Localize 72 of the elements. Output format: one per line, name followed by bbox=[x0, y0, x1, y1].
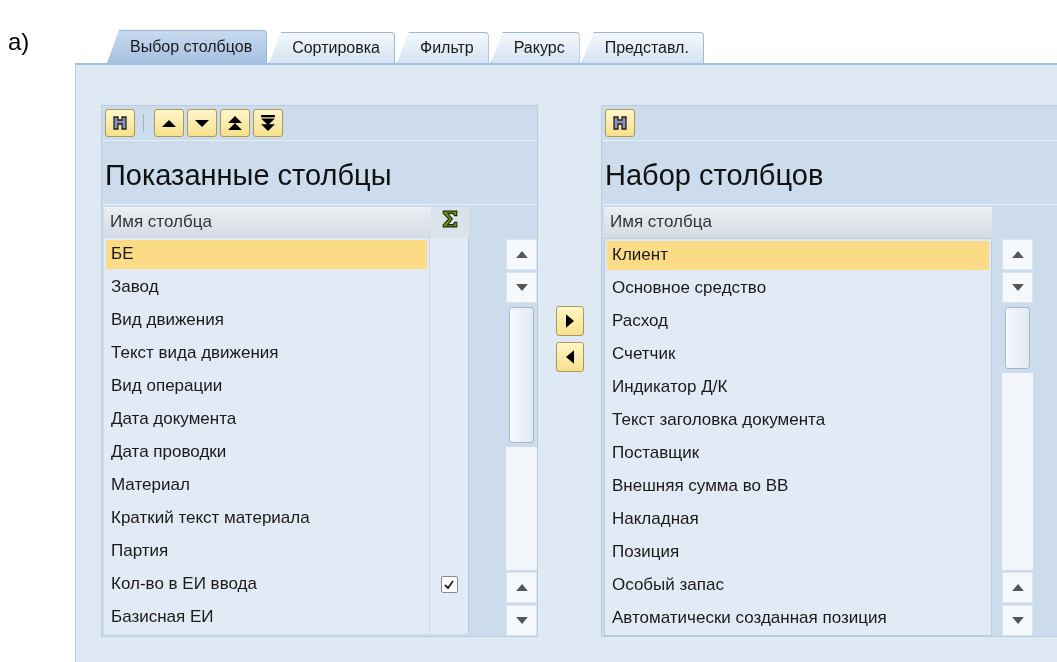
up-arrow-icon bbox=[1011, 584, 1024, 591]
figure-label: а) bbox=[7, 27, 31, 57]
list-item[interactable]: Основное средство bbox=[605, 272, 991, 305]
list-item[interactable]: Клиент bbox=[605, 239, 991, 272]
tab[interactable]: Фильтр bbox=[396, 32, 489, 63]
list-item[interactable]: Вид движения bbox=[104, 304, 430, 337]
list-item[interactable]: Текст вида движения bbox=[104, 337, 430, 370]
remove-column-button[interactable] bbox=[555, 341, 584, 372]
list-item[interactable]: Особый запас bbox=[605, 569, 991, 602]
binoculars-icon bbox=[612, 115, 628, 131]
double-up-arrow-icon bbox=[228, 116, 242, 130]
move-up-button[interactable] bbox=[154, 109, 184, 137]
scroll-up-button[interactable] bbox=[1002, 239, 1033, 270]
list-item[interactable]: Автоматически созданная позиция bbox=[605, 602, 991, 635]
down-arrow-icon bbox=[1011, 284, 1024, 291]
move-down-button[interactable] bbox=[187, 109, 217, 137]
scroll-up-button[interactable] bbox=[506, 239, 537, 270]
list-item[interactable]: БЕ bbox=[104, 238, 430, 271]
scroll-up-button[interactable] bbox=[1002, 572, 1033, 603]
right-arrow-icon bbox=[565, 313, 574, 328]
down-arrow-icon bbox=[515, 284, 528, 291]
list-item[interactable]: Счетчик bbox=[605, 338, 991, 371]
up-arrow-icon bbox=[515, 584, 528, 591]
list-item[interactable]: Базисная ЕИ bbox=[104, 601, 430, 634]
up-arrow-icon bbox=[1011, 251, 1024, 258]
scroll-down-button[interactable] bbox=[1002, 605, 1033, 636]
list-item[interactable]: Расход bbox=[605, 305, 991, 338]
down-arrow-icon bbox=[195, 119, 209, 127]
list-item[interactable]: Краткий текст материала bbox=[104, 502, 430, 535]
tab[interactable]: Сортировка bbox=[269, 32, 395, 63]
scroll-down-button[interactable] bbox=[506, 272, 537, 303]
list-item[interactable]: Завод bbox=[104, 271, 430, 304]
add-column-button[interactable] bbox=[555, 305, 584, 336]
down-arrow-icon bbox=[1011, 617, 1024, 624]
list-item[interactable]: Дата документа bbox=[104, 403, 430, 436]
binoculars-icon bbox=[112, 115, 128, 131]
column-header: Имя столбца bbox=[604, 207, 992, 238]
scroll-down-button[interactable] bbox=[506, 605, 537, 636]
list-item[interactable]: Кол-во в ЕИ ввода bbox=[104, 568, 430, 601]
sum-cell bbox=[429, 238, 469, 271]
down-arrow-icon bbox=[515, 617, 528, 624]
checkbox[interactable] bbox=[440, 576, 458, 593]
sum-icon bbox=[441, 210, 459, 228]
scroll-thumb[interactable] bbox=[1005, 307, 1030, 369]
tab[interactable]: Ракурс bbox=[490, 32, 580, 63]
panel-title: Набор столбцов bbox=[602, 141, 1057, 205]
list-item[interactable]: Партия bbox=[104, 535, 430, 568]
list-item[interactable]: Материал bbox=[104, 469, 430, 502]
panel-title: Показанные столбцы bbox=[102, 141, 537, 205]
sum-column-header[interactable] bbox=[431, 207, 469, 238]
double-down-arrow-icon bbox=[261, 115, 275, 131]
list-item[interactable]: Позиция bbox=[605, 536, 991, 569]
tab[interactable]: Представл. bbox=[581, 32, 704, 63]
scroll-up-button[interactable] bbox=[506, 572, 537, 603]
list-item[interactable]: Внешняя сумма во ВВ bbox=[605, 470, 991, 503]
list-item[interactable]: Индикатор Д/К bbox=[605, 371, 991, 404]
column-header: Имя столбца bbox=[104, 207, 431, 238]
left-arrow-icon bbox=[565, 349, 574, 364]
find-button[interactable] bbox=[605, 109, 635, 137]
up-arrow-icon bbox=[162, 119, 176, 127]
list-item[interactable]: Текст заголовка документа bbox=[605, 404, 991, 437]
tab[interactable]: Выбор столбцов bbox=[107, 30, 268, 63]
list-item[interactable]: Вид операции bbox=[104, 370, 430, 403]
list-item[interactable]: Накладная bbox=[605, 503, 991, 536]
scroll-thumb[interactable] bbox=[509, 307, 534, 443]
up-arrow-icon bbox=[515, 251, 528, 258]
list-item[interactable]: Поставщик bbox=[605, 437, 991, 470]
move-to-bottom-button[interactable] bbox=[253, 109, 283, 137]
move-to-top-button[interactable] bbox=[220, 109, 250, 137]
scroll-down-button[interactable] bbox=[1002, 272, 1033, 303]
find-button[interactable] bbox=[105, 109, 135, 137]
list-item[interactable]: Дата проводки bbox=[104, 436, 430, 469]
